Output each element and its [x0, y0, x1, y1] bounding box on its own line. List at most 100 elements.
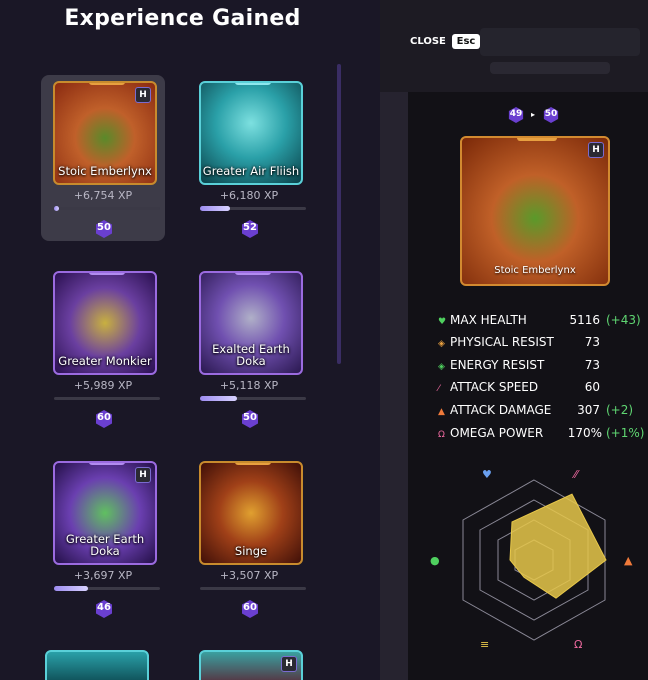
- level-value: 50: [243, 412, 257, 423]
- xp-progress-bar: [54, 586, 160, 591]
- page-title: Experience Gained: [64, 6, 301, 31]
- creature-name: Exalted Earth Doka: [212, 342, 290, 368]
- creature-portrait: H Stoic Emberlynx: [53, 81, 157, 185]
- creature-card[interactable]: Exalted Earth Doka +5,118 XP 50: [187, 265, 311, 431]
- level-badge: 60: [95, 410, 113, 428]
- h-badge: H: [588, 142, 604, 158]
- stat-value: 73: [584, 358, 600, 372]
- close-label[interactable]: CLOSE: [410, 36, 446, 47]
- stat-bonus: (+43): [606, 313, 641, 327]
- xp-progress-bar: [54, 397, 160, 400]
- tier-tab: [89, 463, 125, 465]
- flame-icon: ▲: [438, 407, 445, 417]
- level-value: 60: [243, 602, 257, 613]
- tier-tab: [235, 273, 271, 275]
- blurred-subtitle: [490, 62, 610, 74]
- creature-portrait: Singe: [199, 461, 303, 565]
- stat-label: ATTACK DAMAGE: [450, 403, 552, 417]
- xp-gained: +3,697 XP: [73, 569, 133, 582]
- stat-max-health: ♥ MAX HEALTH: [438, 313, 527, 327]
- stat-label: ATTACK SPEED: [450, 380, 539, 394]
- shield-icon: ◈: [438, 339, 445, 349]
- level-badge: 50: [95, 220, 113, 238]
- creature-portrait: Exalted Earth Doka: [199, 271, 303, 375]
- xp-progress-fill: [200, 396, 237, 401]
- creature-card-partial[interactable]: H: [199, 650, 303, 680]
- stat-value: 307: [577, 403, 600, 417]
- level-badge: 50: [241, 410, 259, 428]
- level-value: 46: [97, 602, 111, 613]
- creature-portrait: H Greater Earth Doka: [53, 461, 157, 565]
- level-from-value: 49: [509, 109, 523, 119]
- scrollbar[interactable]: [337, 64, 341, 364]
- level-to-badge: 50: [543, 107, 559, 123]
- creature-name: Greater Monkier: [58, 354, 152, 368]
- omega-icon: Ω: [438, 430, 445, 440]
- creature-name: Stoic Emberlynx: [58, 164, 152, 178]
- xp-progress-fill: [54, 586, 88, 591]
- xp-progress-bar: [200, 206, 306, 211]
- tier-tab: [89, 273, 125, 275]
- tier-tab: [89, 83, 125, 85]
- creature-name: Greater Earth Doka: [65, 532, 145, 558]
- creature-portrait: Greater Air Fliish: [199, 81, 303, 185]
- stat-label: MAX HEALTH: [450, 313, 527, 327]
- blurred-title: [480, 28, 640, 56]
- h-badge: H: [135, 87, 151, 103]
- radar-shape: [509, 493, 607, 599]
- stat-energy-resist: ◈ ENERGY RESIST: [438, 358, 544, 372]
- xp-gained: +3,507 XP: [219, 569, 279, 582]
- stat-value: 170%: [567, 426, 602, 440]
- heart-icon: ♥: [438, 317, 447, 327]
- xp-gained: +5,989 XP: [73, 379, 133, 392]
- heart-icon: ♥: [482, 468, 492, 481]
- shield-icon: ●: [430, 554, 440, 567]
- level-value: 50: [97, 222, 111, 233]
- stat-attack-speed: ⁄ ATTACK SPEED: [438, 380, 538, 394]
- level-value: 60: [97, 412, 111, 423]
- creature-portrait-large: H Stoic Emberlynx: [460, 136, 610, 286]
- xp-gained: +6,180 XP: [219, 189, 279, 202]
- creature-card[interactable]: Singe +3,507 XP 60: [187, 455, 311, 621]
- stat-bonus: (+2): [606, 403, 634, 417]
- claw-icon: ⁄⁄: [571, 468, 580, 481]
- creature-name: Singe: [234, 544, 268, 558]
- energy-shield-icon: ◈: [438, 362, 445, 372]
- level-badge: 46: [95, 600, 113, 618]
- energy-icon: ≡: [480, 638, 489, 651]
- creature-portrait: Greater Monkier: [53, 271, 157, 375]
- stat-value: 73: [584, 335, 600, 349]
- experience-panel: Experience Gained H Stoic Emberlynx +6,7…: [0, 0, 380, 680]
- creature-name: Stoic Emberlynx: [494, 265, 576, 276]
- stat-label: PHYSICAL RESIST: [450, 335, 554, 349]
- background-strip: [380, 92, 408, 680]
- esc-key-badge[interactable]: Esc: [452, 34, 480, 49]
- creature-card-partial[interactable]: [45, 650, 149, 680]
- creature-card[interactable]: Greater Monkier +5,989 XP 60: [41, 265, 165, 431]
- xp-progress-fill: [200, 206, 230, 211]
- xp-progress-bar: [54, 206, 160, 211]
- stat-physical-resist: ◈ PHYSICAL RESIST: [438, 335, 554, 349]
- stat-omega-power: Ω OMEGA POWER: [438, 426, 543, 440]
- creature-card[interactable]: H Greater Earth Doka +3,697 XP 46: [41, 455, 165, 621]
- stat-radar-chart: ♥ ⁄⁄ ▲ Ω ≡ ●: [430, 468, 633, 651]
- xp-gained: +6,754 XP: [73, 189, 133, 202]
- xp-progress-bar: [200, 396, 306, 401]
- h-badge: H: [281, 656, 297, 672]
- level-badge: 60: [241, 600, 259, 618]
- level-to-value: 50: [544, 109, 558, 119]
- tier-tab: [235, 463, 271, 465]
- xp-gained: +5,118 XP: [219, 379, 279, 392]
- level-value: 52: [243, 222, 257, 233]
- creature-card[interactable]: Greater Air Fliish +6,180 XP 52: [187, 75, 311, 241]
- flame-icon: ▲: [624, 554, 633, 567]
- creature-card[interactable]: H Stoic Emberlynx +6,754 XP 50: [41, 75, 165, 241]
- xp-progress-fill: [54, 206, 59, 211]
- tier-tab: [517, 138, 557, 141]
- omega-icon: Ω: [574, 638, 582, 651]
- stat-label: ENERGY RESIST: [450, 358, 545, 372]
- stat-value: 5116: [569, 313, 600, 327]
- stat-value: 60: [584, 380, 600, 394]
- h-badge: H: [135, 467, 151, 483]
- stat-bonus: (+1%): [606, 426, 645, 440]
